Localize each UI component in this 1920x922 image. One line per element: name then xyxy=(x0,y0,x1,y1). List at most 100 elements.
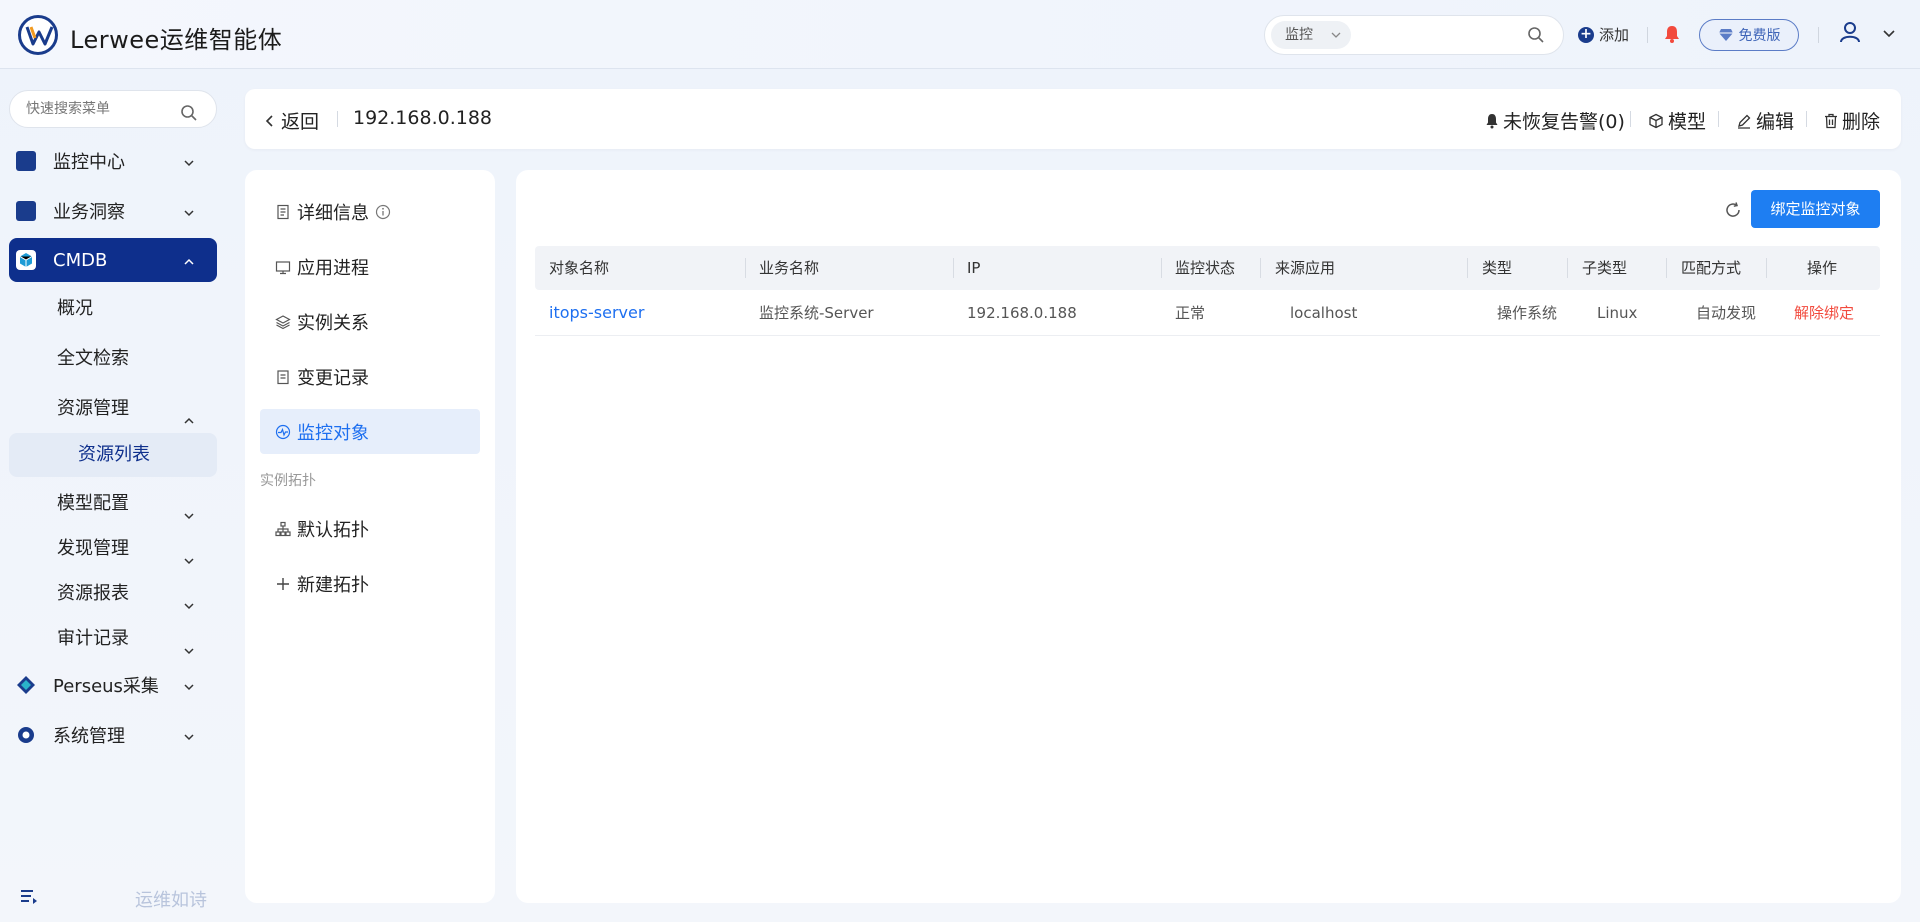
sidebar-item-label: 系统管理 xyxy=(53,726,125,747)
sidebar-item-audit-log[interactable]: 审计记录 xyxy=(57,619,217,659)
info-icon[interactable] xyxy=(375,204,391,220)
edit-button[interactable]: 编辑 xyxy=(1736,107,1794,134)
divider xyxy=(1718,111,1719,127)
tab-details[interactable]: 详细信息 xyxy=(260,189,480,234)
chevron-up-icon xyxy=(183,252,195,273)
free-badge-label: 免费版 xyxy=(1738,28,1781,44)
free-edition-badge[interactable]: 免费版 xyxy=(1699,19,1799,51)
sidebar-item-resource-management[interactable]: 资源管理 xyxy=(57,389,217,429)
column-header[interactable]: 对象名称 xyxy=(549,246,609,290)
refresh-icon[interactable] xyxy=(1724,201,1742,223)
divider xyxy=(1818,27,1819,43)
back-button[interactable]: 返回 xyxy=(265,107,319,134)
add-label: 添加 xyxy=(1599,26,1630,44)
sidebar-item-fulltext-search[interactable]: 全文检索 xyxy=(57,339,217,379)
collapse-menu-icon[interactable] xyxy=(20,888,38,908)
monitor-icon xyxy=(16,151,36,171)
sidebar-item-resource-list[interactable]: 资源列表 xyxy=(9,433,217,477)
unbind-button[interactable]: 解除绑定 xyxy=(1794,290,1854,336)
sidebar-item-label: 发现管理 xyxy=(57,538,129,559)
match-method-cell: 自动发现 xyxy=(1696,304,1757,322)
sidebar-item-perseus[interactable]: Perseus采集 xyxy=(9,663,217,707)
column-header[interactable]: 类型 xyxy=(1482,246,1512,290)
search-icon[interactable] xyxy=(1527,26,1545,48)
tab-instance-relations[interactable]: 实例关系 xyxy=(260,299,480,344)
menu-search-input[interactable]: 快速搜索菜单 xyxy=(9,90,217,128)
column-header[interactable]: 业务名称 xyxy=(759,246,819,290)
tab-label: 默认拓扑 xyxy=(297,519,369,541)
app-window-icon xyxy=(275,260,291,274)
column-divider xyxy=(1467,258,1468,278)
chevron-down-icon xyxy=(183,153,195,174)
document-icon xyxy=(277,204,289,219)
column-divider xyxy=(1161,258,1162,278)
sidebar-item-model-config[interactable]: 模型配置 xyxy=(57,484,217,524)
tab-monitor-objects[interactable]: 监控对象 xyxy=(260,409,480,454)
clipboard-icon xyxy=(277,369,289,384)
column-divider xyxy=(1666,258,1667,278)
column-header[interactable]: 匹配方式 xyxy=(1681,246,1741,290)
sidebar-item-business[interactable]: 业务洞察 xyxy=(9,189,217,233)
chevron-down-icon[interactable] xyxy=(1882,25,1896,44)
sidebar-item-label: CMDB xyxy=(53,249,108,271)
sidebar-item-label: 业务洞察 xyxy=(53,202,125,223)
column-divider xyxy=(1260,258,1261,278)
tab-default-topology[interactable]: 默认拓扑 xyxy=(260,506,480,551)
edit-pencil-icon xyxy=(1738,114,1751,129)
cube-icon xyxy=(16,250,36,270)
detail-menu: 详细信息 应用进程 实例关系 变更记录 监控对象 实例拓扑 默认拓扑 新建拓扑 xyxy=(245,170,495,903)
back-label: 返回 xyxy=(281,111,320,133)
type-cell: 操作系统 xyxy=(1497,304,1558,322)
search-scope-select[interactable]: 监控 xyxy=(1271,21,1351,49)
sidebar-item-system[interactable]: 系统管理 xyxy=(9,713,217,757)
column-header[interactable]: 监控状态 xyxy=(1175,246,1235,290)
plus-circle-icon: + xyxy=(1578,26,1594,43)
sidebar-item-monitoring[interactable]: 监控中心 xyxy=(9,139,217,183)
alarms-button[interactable]: 未恢复告警(0) xyxy=(1485,107,1625,134)
tab-label: 实例关系 xyxy=(297,312,369,334)
tab-change-log[interactable]: 变更记录 xyxy=(260,354,480,399)
bind-monitor-object-button[interactable]: 绑定监控对象 xyxy=(1751,190,1880,228)
column-divider xyxy=(745,258,746,278)
delete-button[interactable]: 删除 xyxy=(1824,107,1880,134)
divider xyxy=(1647,27,1648,43)
table-header: 对象名称 业务名称 IP 监控状态 来源应用 类型 子类型 匹配方式 操作 xyxy=(535,246,1880,290)
tab-new-topology[interactable]: 新建拓扑 xyxy=(260,561,480,606)
chevron-down-icon xyxy=(183,677,195,698)
table-row: itops-server 监控系统-Server 192.168.0.188 正… xyxy=(535,290,1880,336)
sidebar-item-discovery[interactable]: 发现管理 xyxy=(57,529,217,569)
app-logo[interactable] xyxy=(18,15,58,55)
search-icon[interactable] xyxy=(180,100,198,136)
sidebar-item-label: 资源管理 xyxy=(57,398,129,419)
business-insight-icon xyxy=(16,201,36,221)
global-search[interactable]: 监控 xyxy=(1264,15,1564,55)
menu-search-placeholder: 快速搜索菜单 xyxy=(26,101,110,117)
topology-icon xyxy=(275,521,291,536)
subtype-cell: Linux xyxy=(1597,304,1638,322)
status-cell: 正常 xyxy=(1175,304,1206,322)
column-header[interactable]: 子类型 xyxy=(1582,246,1627,290)
column-header[interactable]: 来源应用 xyxy=(1275,246,1335,290)
object-name-link[interactable]: itops-server xyxy=(549,290,644,336)
tab-label: 监控对象 xyxy=(297,422,369,444)
notification-bell-icon[interactable] xyxy=(1662,24,1682,48)
diamond-icon xyxy=(1718,29,1733,41)
model-button[interactable]: 模型 xyxy=(1648,107,1706,134)
tab-app-process[interactable]: 应用进程 xyxy=(260,244,480,289)
user-icon[interactable] xyxy=(1838,20,1862,48)
add-button[interactable]: + 添加 xyxy=(1578,24,1629,45)
tab-label: 新建拓扑 xyxy=(297,574,369,596)
sidebar-item-cmdb[interactable]: CMDB xyxy=(9,238,217,282)
plus-icon xyxy=(277,577,289,590)
sidebar-item-resource-report[interactable]: 资源报表 xyxy=(57,574,217,614)
gear-icon xyxy=(16,725,36,745)
delete-label: 删除 xyxy=(1842,111,1881,133)
column-header[interactable]: IP xyxy=(967,246,980,290)
cube-outline-icon xyxy=(1649,113,1663,128)
monitor-objects-table: 对象名称 业务名称 IP 监控状态 来源应用 类型 子类型 匹配方式 操作 it… xyxy=(535,246,1880,336)
business-name-cell: 监控系统-Server xyxy=(759,304,874,322)
ip-cell: 192.168.0.188 xyxy=(967,304,1077,322)
sidebar-item-label: 监控中心 xyxy=(53,152,125,173)
sidebar-item-overview[interactable]: 概况 xyxy=(57,289,217,329)
topology-group-label: 实例拓扑 xyxy=(260,473,316,489)
